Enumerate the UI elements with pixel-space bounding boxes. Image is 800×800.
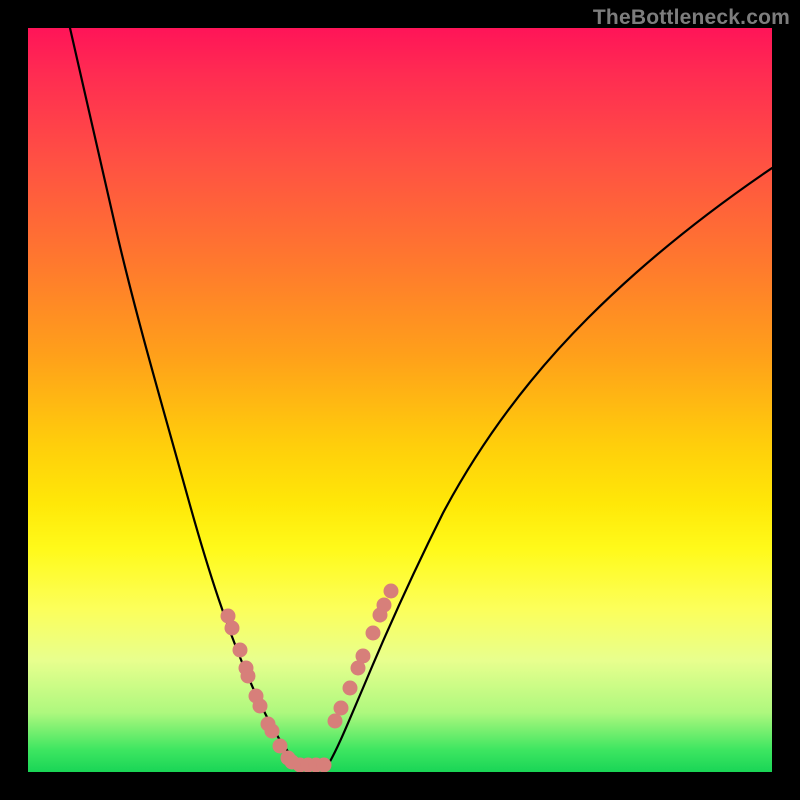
plot-area (28, 28, 772, 772)
sample-dot (253, 699, 268, 714)
left-branch-path (70, 28, 300, 765)
sample-dot (366, 626, 381, 641)
sample-dot (317, 758, 332, 773)
watermark-text: TheBottleneck.com (593, 6, 790, 30)
sample-dot (265, 724, 280, 739)
sample-dot (377, 598, 392, 613)
sample-dot (384, 584, 399, 599)
sample-dot (225, 621, 240, 636)
curve-group (70, 28, 772, 765)
chart-frame: TheBottleneck.com (0, 0, 800, 800)
sample-dot (343, 681, 358, 696)
sample-dot (241, 669, 256, 684)
sample-dot (328, 714, 343, 729)
sample-dot (356, 649, 371, 664)
right-branch-path (328, 168, 772, 765)
dots-group (221, 584, 399, 773)
curve-layer (28, 28, 772, 772)
sample-dot (233, 643, 248, 658)
sample-dot (334, 701, 349, 716)
